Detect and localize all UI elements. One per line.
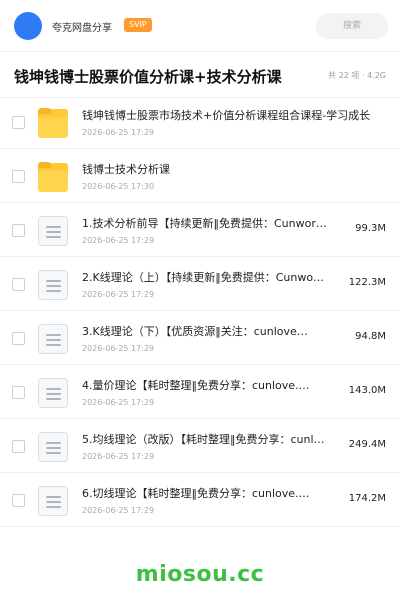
document-icon — [38, 486, 68, 516]
item-date: 2026-06-25 17:30 — [82, 182, 155, 191]
username: 夸克网盘分享 — [52, 23, 112, 34]
item-size: 99.3M — [355, 223, 386, 234]
item-name: 钱博士技术分析课 — [82, 163, 170, 176]
select-checkbox[interactable] — [12, 278, 25, 291]
list-item[interactable]: 6.切线理论【耗时整理‖免费分享：cunlove.… 2026-06-25 17… — [0, 473, 400, 527]
item-size: 174.2M — [348, 493, 386, 504]
list-item[interactable]: 3.K线理论（下）【优质资源‖关注：cunlove… 2026-06-25 17… — [0, 311, 400, 365]
document-icon — [38, 378, 68, 408]
svip-badge: SVIP — [124, 18, 152, 32]
item-name: 6.切线理论【耗时整理‖免费分享：cunlove.… — [82, 487, 310, 500]
item-date: 2026-06-25 17:29 — [82, 236, 155, 245]
item-name: 3.K线理论（下）【优质资源‖关注：cunlove… — [82, 325, 308, 338]
item-name: 钱坤钱博士股票市场技术+价值分析课程组合课程-学习成长 — [82, 109, 371, 122]
select-checkbox[interactable] — [12, 170, 25, 183]
document-icon — [38, 324, 68, 354]
document-icon — [38, 216, 68, 246]
item-name: 2.K线理论（上）【持续更新‖免费提供：Cunwo… — [82, 271, 325, 284]
item-date: 2026-06-25 17:29 — [82, 290, 155, 299]
item-date: 2026-06-25 17:29 — [82, 506, 155, 515]
app-header: 夸克网盘分享 SVIP 搜索 — [0, 0, 400, 52]
item-size: 249.4M — [348, 439, 386, 450]
select-checkbox[interactable] — [12, 116, 25, 129]
search-button[interactable]: 搜索 — [316, 13, 388, 39]
watermark: miosou.cc — [135, 562, 265, 587]
select-checkbox[interactable] — [12, 494, 25, 507]
item-name: 1.技术分析前导【持续更新‖免费提供：Cunwor… — [82, 217, 327, 230]
folder-title: 钱坤钱博士股票价值分析课+技术分析课 — [14, 68, 282, 86]
document-icon — [38, 270, 68, 300]
folder-header: 钱坤钱博士股票价值分析课+技术分析课 共 22 项 · 4.2G — [0, 52, 400, 98]
avatar[interactable] — [14, 12, 42, 40]
item-name: 5.均线理论（改版）【耗时整理‖免费分享：cunl… — [82, 433, 325, 446]
item-name: 4.量价理论【耗时整理‖免费分享：cunlove.… — [82, 379, 310, 392]
item-date: 2026-06-25 17:29 — [82, 398, 155, 407]
item-date: 2026-06-25 17:29 — [82, 452, 155, 461]
folder-meta: 共 22 项 · 4.2G — [328, 71, 386, 80]
list-item[interactable]: 钱坤钱博士股票市场技术+价值分析课程组合课程-学习成长 2026-06-25 1… — [0, 95, 400, 149]
document-icon — [38, 432, 68, 462]
item-size: 94.8M — [355, 331, 386, 342]
list-item[interactable]: 5.均线理论（改版）【耗时整理‖免费分享：cunl… 2026-06-25 17… — [0, 419, 400, 473]
item-size: 122.3M — [348, 277, 386, 288]
folder-icon — [38, 108, 68, 138]
item-size: 143.0M — [348, 385, 386, 396]
folder-icon — [38, 162, 68, 192]
item-date: 2026-06-25 17:29 — [82, 344, 155, 353]
file-list: 钱坤钱博士股票市场技术+价值分析课程组合课程-学习成长 2026-06-25 1… — [0, 95, 400, 527]
item-date: 2026-06-25 17:29 — [82, 128, 155, 137]
list-item[interactable]: 4.量价理论【耗时整理‖免费分享：cunlove.… 2026-06-25 17… — [0, 365, 400, 419]
list-item[interactable]: 2.K线理论（上）【持续更新‖免费提供：Cunwo… 2026-06-25 17… — [0, 257, 400, 311]
select-checkbox[interactable] — [12, 332, 25, 345]
select-checkbox[interactable] — [12, 440, 25, 453]
list-item[interactable]: 钱博士技术分析课 2026-06-25 17:30 — [0, 149, 400, 203]
list-item[interactable]: 1.技术分析前导【持续更新‖免费提供：Cunwor… 2026-06-25 17… — [0, 203, 400, 257]
select-checkbox[interactable] — [12, 386, 25, 399]
select-checkbox[interactable] — [12, 224, 25, 237]
